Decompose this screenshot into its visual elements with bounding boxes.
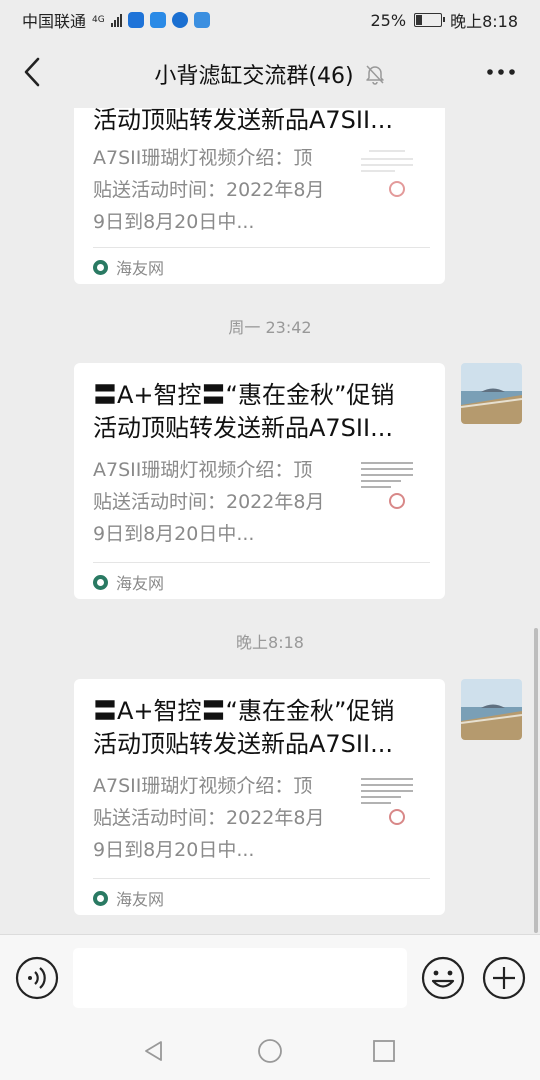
message-timestamp: 晚上8:18	[236, 633, 304, 652]
chat-message-list[interactable]: 活动顶贴转发送新品A7SII... A7SII珊瑚灯视频介绍：顶贴送活动时间：2…	[0, 108, 540, 934]
emoji-button[interactable]	[421, 956, 465, 1000]
card-description: A7SII珊瑚灯视频介绍：顶贴送活动时间：2022年8月9日到8月20日中...	[93, 147, 325, 233]
beach-photo-icon	[461, 363, 522, 424]
source-logo-icon	[93, 574, 108, 590]
message-input[interactable]	[73, 948, 407, 1008]
sender-avatar[interactable]	[461, 363, 522, 424]
status-time: 晚上8:18	[450, 12, 518, 31]
carrier-name: 中国联通	[22, 12, 87, 31]
more-functions-button[interactable]	[482, 956, 526, 1000]
more-dots-icon	[487, 69, 515, 75]
message-timestamp: 周一 23:42	[228, 318, 312, 337]
nav-recents-icon	[373, 1040, 395, 1062]
link-card[interactable]: 〓A+智控〓“惠在金秋”促销活动顶贴转发送新品A7SII... A7SII珊瑚灯…	[74, 679, 445, 915]
card-description: A7SII珊瑚灯视频介绍：顶贴送活动时间：2022年8月9日到8月20日中...	[93, 459, 325, 545]
battery-percent: 25%	[370, 10, 407, 30]
link-card[interactable]: 〓A+智控〓“惠在金秋”促销活动顶贴转发送新品A7SII... A7SII珊瑚灯…	[74, 363, 445, 599]
source-name: 海友网	[116, 259, 165, 278]
chat-title[interactable]: 小背滤缸交流群(46)	[154, 58, 353, 90]
voice-icon	[15, 956, 59, 1000]
card-divider	[93, 247, 430, 248]
more-button[interactable]	[484, 58, 518, 86]
source-name: 海友网	[116, 890, 165, 909]
app-notification-icon	[149, 12, 166, 28]
card-title: 〓A+智控〓“惠在金秋”促销活动顶贴转发送新品A7SII...	[93, 381, 395, 442]
card-title: 活动顶贴转发送新品A7SII...	[93, 108, 393, 134]
card-thumbnail-icon	[355, 143, 419, 207]
app-notification-icon	[171, 12, 188, 28]
chat-header: 小背滤缸交流群(46)	[0, 36, 540, 108]
system-nav-bar	[0, 1020, 540, 1080]
card-thumbnail-icon	[355, 771, 419, 835]
signal-icon	[110, 13, 122, 27]
input-bar	[0, 934, 540, 1020]
source-logo-icon	[93, 890, 108, 906]
source-name: 海友网	[116, 574, 165, 593]
app-notification-icon	[127, 12, 144, 28]
card-divider	[93, 878, 430, 879]
weather-icon	[193, 12, 210, 28]
nav-home-button[interactable]	[253, 1034, 287, 1068]
mute-bell-icon	[365, 65, 384, 85]
status-right: 25% 晚上8:18	[371, 8, 519, 32]
nav-home-icon	[258, 1039, 282, 1063]
plus-circle-icon	[482, 956, 526, 1000]
link-card[interactable]: 活动顶贴转发送新品A7SII... A7SII珊瑚灯视频介绍：顶贴送活动时间：2…	[74, 108, 445, 284]
card-source: 海友网	[93, 886, 164, 910]
nav-recents-button[interactable]	[367, 1034, 401, 1068]
card-thumbnail-icon	[355, 455, 419, 519]
status-bar: 中国联通 4G 25% 晚上8:18	[0, 0, 540, 36]
emoji-icon	[421, 956, 465, 1000]
status-left: 中国联通 4G	[22, 8, 210, 32]
battery-fill	[416, 15, 423, 25]
nav-back-button[interactable]	[137, 1034, 171, 1068]
sender-avatar[interactable]	[461, 679, 522, 740]
card-source: 海友网	[93, 255, 164, 279]
card-divider	[93, 562, 430, 563]
nav-back-icon	[145, 1041, 162, 1061]
card-description: A7SII珊瑚灯视频介绍：顶贴送活动时间：2022年8月9日到8月20日中...	[93, 775, 325, 861]
source-logo-icon	[93, 259, 108, 275]
card-title: 〓A+智控〓“惠在金秋”促销活动顶贴转发送新品A7SII...	[93, 697, 395, 758]
network-type: 4G	[92, 14, 105, 25]
battery-icon	[414, 13, 446, 27]
beach-photo-icon	[461, 679, 522, 740]
chat-scrollbar[interactable]	[534, 628, 538, 933]
title-wrap: 小背滤缸交流群(46)	[0, 58, 540, 90]
card-source: 海友网	[93, 570, 164, 594]
voice-button[interactable]	[15, 956, 59, 1000]
